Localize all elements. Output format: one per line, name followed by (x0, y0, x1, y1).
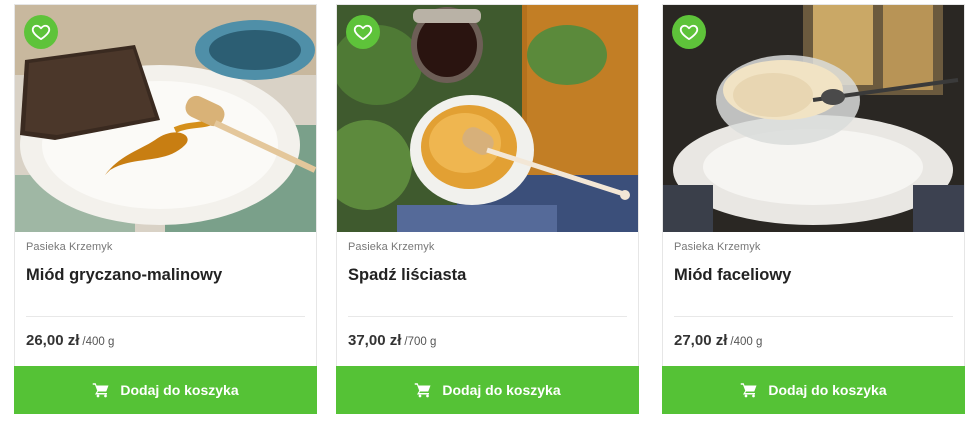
product-card[interactable]: Pasieka Krzemyk Spadź liściasta 37,00 zł… (336, 4, 639, 414)
add-to-cart-label: Dodaj do koszyka (768, 382, 887, 398)
producer-name[interactable]: Pasieka Krzemyk (26, 241, 112, 253)
price-unit: /400 g (730, 336, 763, 348)
add-to-cart-button[interactable]: Dodaj do koszyka (14, 366, 317, 414)
favorite-button[interactable] (24, 15, 58, 49)
price-value: 26,00 zł (26, 332, 80, 349)
product-photo-phacelia (663, 5, 964, 232)
divider (674, 316, 953, 317)
product-photo-bread-honey (15, 5, 316, 232)
producer-name[interactable]: Pasieka Krzemyk (348, 241, 434, 253)
product-image[interactable] (337, 5, 638, 232)
heart-outline-icon (353, 24, 373, 40)
product-price: 27,00 zł/400 g (674, 332, 762, 349)
product-photo-honeydew (337, 5, 638, 232)
product-image[interactable] (15, 5, 316, 232)
price-unit: /700 g (404, 336, 437, 348)
cart-icon (415, 383, 431, 398)
add-to-cart-button[interactable]: Dodaj do koszyka (336, 366, 639, 414)
heart-outline-icon (31, 24, 51, 40)
product-title[interactable]: Miód faceliowy (674, 266, 954, 285)
product-title[interactable]: Miód gryczano-malinowy (26, 266, 306, 285)
product-card[interactable]: Pasieka Krzemyk Miód faceliowy 27,00 zł /… (662, 4, 965, 414)
add-to-cart-label: Dodaj do koszyka (120, 382, 239, 398)
cart-icon (93, 383, 109, 398)
favorite-button[interactable] (672, 15, 706, 49)
add-to-cart-label: Dodaj do koszyka (442, 382, 561, 398)
product-price: 37,00 zł/700 g (348, 332, 436, 349)
divider (348, 316, 627, 317)
product-image[interactable] (663, 5, 964, 232)
product-price: 26,00 zł/400 g (26, 332, 114, 349)
price-value: 37,00 zł (348, 332, 402, 349)
add-to-cart-button[interactable]: Dodaj do koszyka (662, 366, 965, 414)
price-value: 27,00 zł (674, 332, 728, 349)
heart-outline-icon (679, 24, 699, 40)
favorite-button[interactable] (346, 15, 380, 49)
divider (26, 316, 305, 317)
producer-name[interactable]: Pasieka Krzemyk (674, 241, 760, 253)
cart-icon (741, 383, 757, 398)
price-unit: /400 g (82, 336, 115, 348)
product-title[interactable]: Spadź liściasta (348, 266, 628, 285)
product-card[interactable]: Pasieka Krzemyk Miód gryczano-malinowy 2… (14, 4, 317, 414)
